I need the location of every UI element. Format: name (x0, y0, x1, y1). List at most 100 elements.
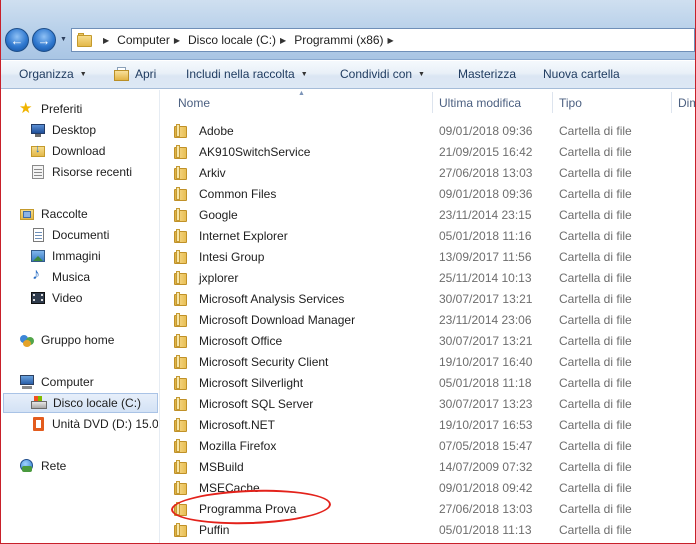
file-row[interactable]: Microsoft Analysis Services 30/07/2017 13… (173, 288, 695, 309)
nav-label: Risorse recenti (52, 165, 133, 179)
column-header-modified[interactable]: Ultima modifica (439, 96, 521, 110)
file-row[interactable]: Microsoft Office 30/07/2017 13:21 Cartella… (173, 330, 695, 351)
new-folder-button[interactable]: Nuova cartella (543, 67, 620, 81)
file-name: Adobe (199, 123, 234, 138)
computer-icon (19, 374, 35, 390)
file-name: Puffin (199, 522, 230, 537)
file-name: Microsoft Silverlight (199, 375, 304, 390)
breadcrumb-programmi[interactable]: Programmi (x86) (294, 33, 383, 47)
nav-recent[interactable]: Risorse recenti (30, 162, 132, 182)
breadcrumb[interactable]: ▶ Computer ▶ Disco locale (C:) ▶ Program… (71, 28, 695, 52)
nav-download[interactable]: ↓ Download (30, 141, 105, 161)
organize-button[interactable]: Organizza ▼ (19, 67, 87, 81)
chevron-right-icon[interactable]: ▶ (103, 36, 109, 45)
nav-homegroup[interactable]: Gruppo home (19, 330, 114, 350)
file-row[interactable]: Intesi Group 13/09/2017 11:56 Cartella di … (173, 246, 695, 267)
file-type: Cartella di file (559, 438, 632, 453)
file-name: AK910SwitchService (199, 144, 311, 159)
column-headers: ▲ Nome Ultima modifica Tipo Dim (161, 90, 695, 115)
column-header-type[interactable]: Tipo (559, 96, 582, 110)
nav-desktop[interactable]: Desktop (30, 120, 96, 140)
nav-favorites[interactable]: Preferiti (19, 99, 82, 119)
nav-video[interactable]: Video (30, 288, 82, 308)
back-button[interactable]: ← (5, 28, 29, 52)
forward-button[interactable]: → (32, 28, 56, 52)
file-type: Cartella di file (559, 333, 632, 348)
file-type: Cartella di file (559, 207, 632, 222)
include-label: Includi nella raccolta (186, 67, 295, 81)
file-row[interactable]: MSBuild 14/07/2009 07:32 Cartella di file (173, 456, 695, 477)
folder-icon (173, 522, 189, 538)
file-type: Cartella di file (559, 291, 632, 306)
folder-icon (173, 459, 189, 475)
file-row[interactable]: Microsoft SQL Server 30/07/2017 13:23 Cart… (173, 393, 695, 414)
file-row[interactable]: Arkiv 27/06/2018 13:03 Cartella di file (173, 162, 695, 183)
file-row[interactable]: Adobe 09/01/2018 09:36 Cartella di file (173, 120, 695, 141)
nav-label: Desktop (52, 123, 97, 137)
chevron-right-icon[interactable]: ▶ (280, 36, 286, 45)
file-modified: 27/06/2018 13:03 (439, 501, 533, 516)
nav-dvd[interactable]: Unità DVD (D:) 15.0.4 (30, 414, 158, 434)
nav-label: Rete (41, 459, 67, 473)
folder-icon (173, 165, 189, 181)
nav-label: Unità DVD (D:) 15.0.4 (52, 417, 158, 431)
column-divider[interactable] (432, 92, 433, 113)
file-name: Mozilla Firefox (199, 438, 277, 453)
file-row[interactable]: Internet Explorer 05/01/2018 11:16 Cartell… (173, 225, 695, 246)
nav-libraries[interactable]: Raccolte (19, 204, 88, 224)
music-icon (30, 267, 46, 285)
breadcrumb-local-disk[interactable]: Disco locale (C:) (188, 33, 276, 47)
file-modified: 14/07/2009 07:32 (439, 459, 533, 474)
nav-local-disk[interactable]: Disco locale (C:) (3, 393, 158, 413)
burn-button[interactable]: Masterizza (458, 67, 516, 81)
file-row[interactable]: Puffin 05/01/2018 11:13 Cartella di file (173, 519, 695, 540)
column-divider[interactable] (552, 92, 553, 113)
column-header-size[interactable]: Dim (678, 96, 695, 110)
chevron-right-icon[interactable]: ▶ (388, 36, 394, 45)
recent-places-icon (30, 164, 46, 180)
file-modified: 30/07/2017 13:21 (439, 291, 533, 306)
address-bar-area: ← → ▼ ▶ Computer ▶ Disco locale (C:) ▶ P… (1, 0, 695, 60)
nav-images[interactable]: Immagini (30, 246, 101, 266)
file-name: Google (199, 207, 238, 222)
star-icon (19, 99, 35, 117)
breadcrumb-computer[interactable]: Computer (117, 33, 170, 47)
chevron-right-icon[interactable]: ▶ (174, 36, 180, 45)
file-type: Cartella di file (559, 186, 632, 201)
file-modified: 30/07/2017 13:23 (439, 396, 533, 411)
file-row[interactable]: Microsoft.NET 19/10/2017 16:53 Cartella di… (173, 414, 695, 435)
file-name: Microsoft Security Client (199, 354, 329, 369)
column-header-name[interactable]: Nome (178, 96, 210, 110)
file-row[interactable]: Mozilla Firefox 07/05/2018 15:47 Cartella … (173, 435, 695, 456)
file-row[interactable]: Microsoft Security Client 19/10/2017 16:4… (173, 351, 695, 372)
file-row[interactable]: Common Files 09/01/2018 09:36 Cartella di … (173, 183, 695, 204)
nav-computer[interactable]: Computer (19, 372, 94, 392)
nav-label: Immagini (52, 249, 101, 263)
column-divider[interactable] (671, 92, 672, 113)
file-row[interactable]: Microsoft Silverlight 05/01/2018 11:18 Car… (173, 372, 695, 393)
open-label: Apri (135, 67, 157, 81)
file-row[interactable]: jxplorer 25/11/2014 10:13 Cartella di file (173, 267, 695, 288)
share-with-button[interactable]: Condividi con ▼ (340, 67, 425, 81)
file-row[interactable]: MSECache 09/01/2018 09:42 Cartella di file (173, 477, 695, 498)
file-row[interactable]: Google 23/11/2014 23:15 Cartella di file (173, 204, 695, 225)
recent-pages-dropdown-icon[interactable]: ▼ (60, 36, 68, 44)
nav-music[interactable]: Musica (30, 267, 90, 287)
folder-icon (173, 312, 189, 328)
homegroup-icon (19, 332, 35, 348)
nav-documents[interactable]: Documenti (30, 225, 109, 245)
folder-icon (173, 144, 189, 160)
file-name: MSBuild (199, 459, 244, 474)
nav-network[interactable]: Rete (19, 456, 66, 476)
file-row[interactable]: AK910SwitchService 21/09/2015 16:42 Cartel… (173, 141, 695, 162)
folder-icon (173, 291, 189, 307)
file-row[interactable]: Microsoft Download Manager 23/11/2014 23:… (173, 309, 695, 330)
file-name: Microsoft Download Manager (199, 312, 356, 327)
file-name: Arkiv (199, 165, 226, 180)
file-row[interactable]: Programma Prova 27/06/2018 13:03 Cartella … (173, 498, 695, 519)
open-button[interactable]: Apri (114, 67, 156, 81)
include-in-library-button[interactable]: Includi nella raccolta ▼ (186, 67, 308, 81)
folder-icon (173, 249, 189, 265)
folder-icon (173, 228, 189, 244)
folder-icon (173, 123, 189, 139)
